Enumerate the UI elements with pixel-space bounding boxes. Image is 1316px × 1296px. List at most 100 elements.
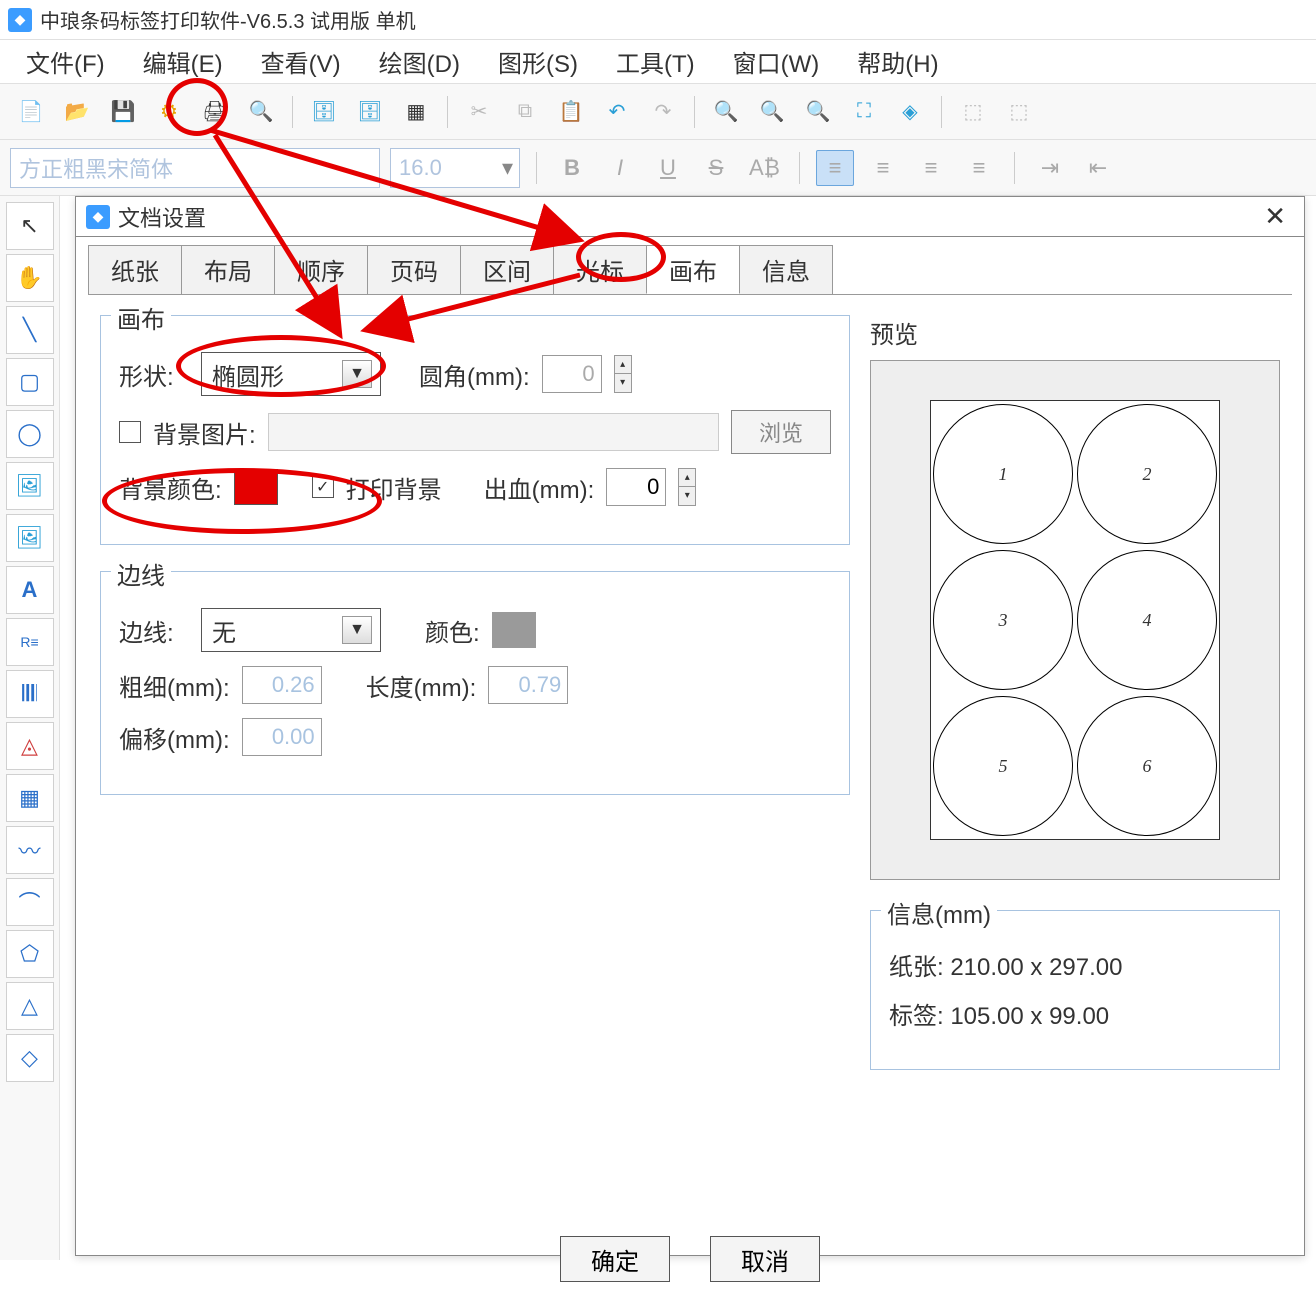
corner-input[interactable] — [542, 355, 602, 393]
tab-range[interactable]: 区间 — [460, 245, 554, 294]
menu-window[interactable]: 窗口(W) — [717, 40, 836, 83]
bleed-spinner[interactable]: ▴▾ — [678, 468, 696, 506]
underline-icon[interactable]: U — [649, 151, 687, 185]
thick-input[interactable] — [242, 666, 322, 704]
fit-width-icon[interactable]: ⛶ — [843, 91, 885, 133]
polygon-tool-icon[interactable]: ⬠ — [6, 930, 54, 978]
database-link-icon[interactable]: 🗄 — [349, 91, 391, 133]
separator — [536, 152, 537, 184]
separator — [1014, 152, 1015, 184]
arc-tool-icon[interactable]: ⌒ — [6, 878, 54, 926]
preview-circle: 5 — [933, 696, 1073, 836]
cancel-button[interactable]: 取消 — [710, 1236, 820, 1282]
print-icon[interactable]: 🖨 — [194, 91, 236, 133]
shape-tool-icon[interactable]: ◬ — [6, 722, 54, 770]
bleed-label: 出血(mm): — [484, 470, 595, 505]
curve-tool-icon[interactable]: 〰 — [6, 826, 54, 874]
tab-cursor[interactable]: 光标 — [553, 245, 647, 294]
length-input[interactable] — [488, 666, 568, 704]
image2-tool-icon[interactable]: 🖼 — [6, 514, 54, 562]
indent-icon[interactable]: ⇥ — [1031, 151, 1069, 185]
preview-circle: 3 — [933, 550, 1073, 690]
ungroup-icon[interactable]: ⬚ — [998, 91, 1040, 133]
settings-gear-icon[interactable]: ⚙ — [148, 91, 190, 133]
corner-spinner[interactable]: ▴▾ — [614, 355, 632, 393]
zoom-icon[interactable]: 🔍 — [797, 91, 839, 133]
tab-info[interactable]: 信息 — [739, 245, 833, 294]
dialog-tabs: 纸张 布局 顺序 页码 区间 光标 画布 信息 — [76, 237, 1304, 294]
ok-button[interactable]: 确定 — [560, 1236, 670, 1282]
app-title: 中琅条码标签打印软件-V6.5.3 试用版 单机 — [40, 5, 416, 34]
strike-icon[interactable]: S — [697, 151, 735, 185]
tab-canvas[interactable]: 画布 — [646, 245, 740, 294]
save-icon[interactable]: 💾 — [102, 91, 144, 133]
tab-layout[interactable]: 布局 — [181, 245, 275, 294]
image-tool-icon[interactable]: 🖼 — [6, 462, 54, 510]
align-right-icon[interactable]: ≡ — [912, 151, 950, 185]
cut-icon[interactable]: ✂ — [458, 91, 500, 133]
hand-tool-icon[interactable]: ✋ — [6, 254, 54, 302]
richtext-tool-icon[interactable]: R≡ — [6, 618, 54, 666]
format-bar: 方正粗黑宋简体 16.0 B I U S A₿ ≡ ≡ ≡ ≡ ⇥ ⇤ — [0, 140, 1316, 196]
copy-icon[interactable]: ⧉ — [504, 91, 546, 133]
offset-input[interactable] — [242, 718, 322, 756]
database-icon[interactable]: 🗄 — [303, 91, 345, 133]
text-tool-icon[interactable]: A — [6, 566, 54, 614]
line-tool-icon[interactable]: ╲ — [6, 306, 54, 354]
tab-paper[interactable]: 纸张 — [88, 245, 182, 294]
grid-icon[interactable]: ▦ — [395, 91, 437, 133]
separator — [799, 152, 800, 184]
bg-color-swatch[interactable] — [234, 469, 278, 505]
edge-combo[interactable]: 无 — [201, 608, 381, 652]
menu-help[interactable]: 帮助(H) — [841, 40, 954, 83]
print-preview-icon[interactable]: 🔍 — [240, 91, 282, 133]
paste-icon[interactable]: 📋 — [550, 91, 592, 133]
bg-image-checkbox[interactable] — [119, 421, 141, 443]
align-left-icon[interactable]: ≡ — [816, 150, 854, 186]
outdent-icon[interactable]: ⇤ — [1079, 151, 1117, 185]
ellipse-tool-icon[interactable]: ◯ — [6, 410, 54, 458]
new-doc-icon[interactable]: 📄 — [10, 91, 52, 133]
rect-tool-icon[interactable]: ▢ — [6, 358, 54, 406]
triangle-tool-icon[interactable]: △ — [6, 982, 54, 1030]
menu-draw[interactable]: 绘图(D) — [363, 40, 476, 83]
edge-color-swatch[interactable] — [492, 612, 536, 648]
tab-order[interactable]: 顺序 — [274, 245, 368, 294]
close-icon[interactable]: ✕ — [1256, 201, 1294, 232]
menu-view[interactable]: 查看(V) — [245, 40, 357, 83]
italic-icon[interactable]: I — [601, 151, 639, 185]
bleed-input[interactable] — [606, 468, 666, 506]
menu-file[interactable]: 文件(F) — [10, 40, 121, 83]
edge-color-label: 颜色: — [425, 613, 480, 648]
select-tool-icon[interactable]: ↖ — [6, 202, 54, 250]
bg-image-input[interactable] — [268, 413, 719, 451]
shape-label: 形状: — [119, 357, 189, 392]
menu-tool[interactable]: 工具(T) — [600, 40, 711, 83]
group-icon[interactable]: ⬚ — [952, 91, 994, 133]
align-justify-icon[interactable]: ≡ — [960, 151, 998, 185]
open-icon[interactable]: 📂 — [56, 91, 98, 133]
shape-combo[interactable]: 椭圆形 — [201, 352, 381, 396]
align-center-icon[interactable]: ≡ — [864, 151, 902, 185]
separator — [447, 96, 448, 128]
qr-tool-icon[interactable]: ▦ — [6, 774, 54, 822]
tab-page[interactable]: 页码 — [367, 245, 461, 294]
superscript-icon[interactable]: A₿ — [745, 151, 783, 185]
undo-icon[interactable]: ↶ — [596, 91, 638, 133]
bold-icon[interactable]: B — [553, 151, 591, 185]
menu-edit[interactable]: 编辑(E) — [127, 40, 239, 83]
print-bg-checkbox[interactable]: ✓ — [312, 476, 334, 498]
font-select[interactable]: 方正粗黑宋简体 — [10, 148, 380, 188]
fontsize-select[interactable]: 16.0 — [390, 148, 520, 188]
dialog-header: ◆ 文档设置 ✕ — [76, 197, 1304, 237]
fit-icon[interactable]: ◈ — [889, 91, 931, 133]
zoom-in-icon[interactable]: 🔍 — [705, 91, 747, 133]
diamond-tool-icon[interactable]: ◇ — [6, 1034, 54, 1082]
menu-shape[interactable]: 图形(S) — [482, 40, 594, 83]
redo-icon[interactable]: ↷ — [642, 91, 684, 133]
barcode-tool-icon[interactable]: 𝄃𝄃𝄃 — [6, 670, 54, 718]
corner-label: 圆角(mm): — [419, 357, 530, 392]
info-legend: 信息(mm) — [881, 895, 997, 930]
zoom-out-icon[interactable]: 🔍 — [751, 91, 793, 133]
browse-button[interactable]: 浏览 — [731, 410, 831, 454]
